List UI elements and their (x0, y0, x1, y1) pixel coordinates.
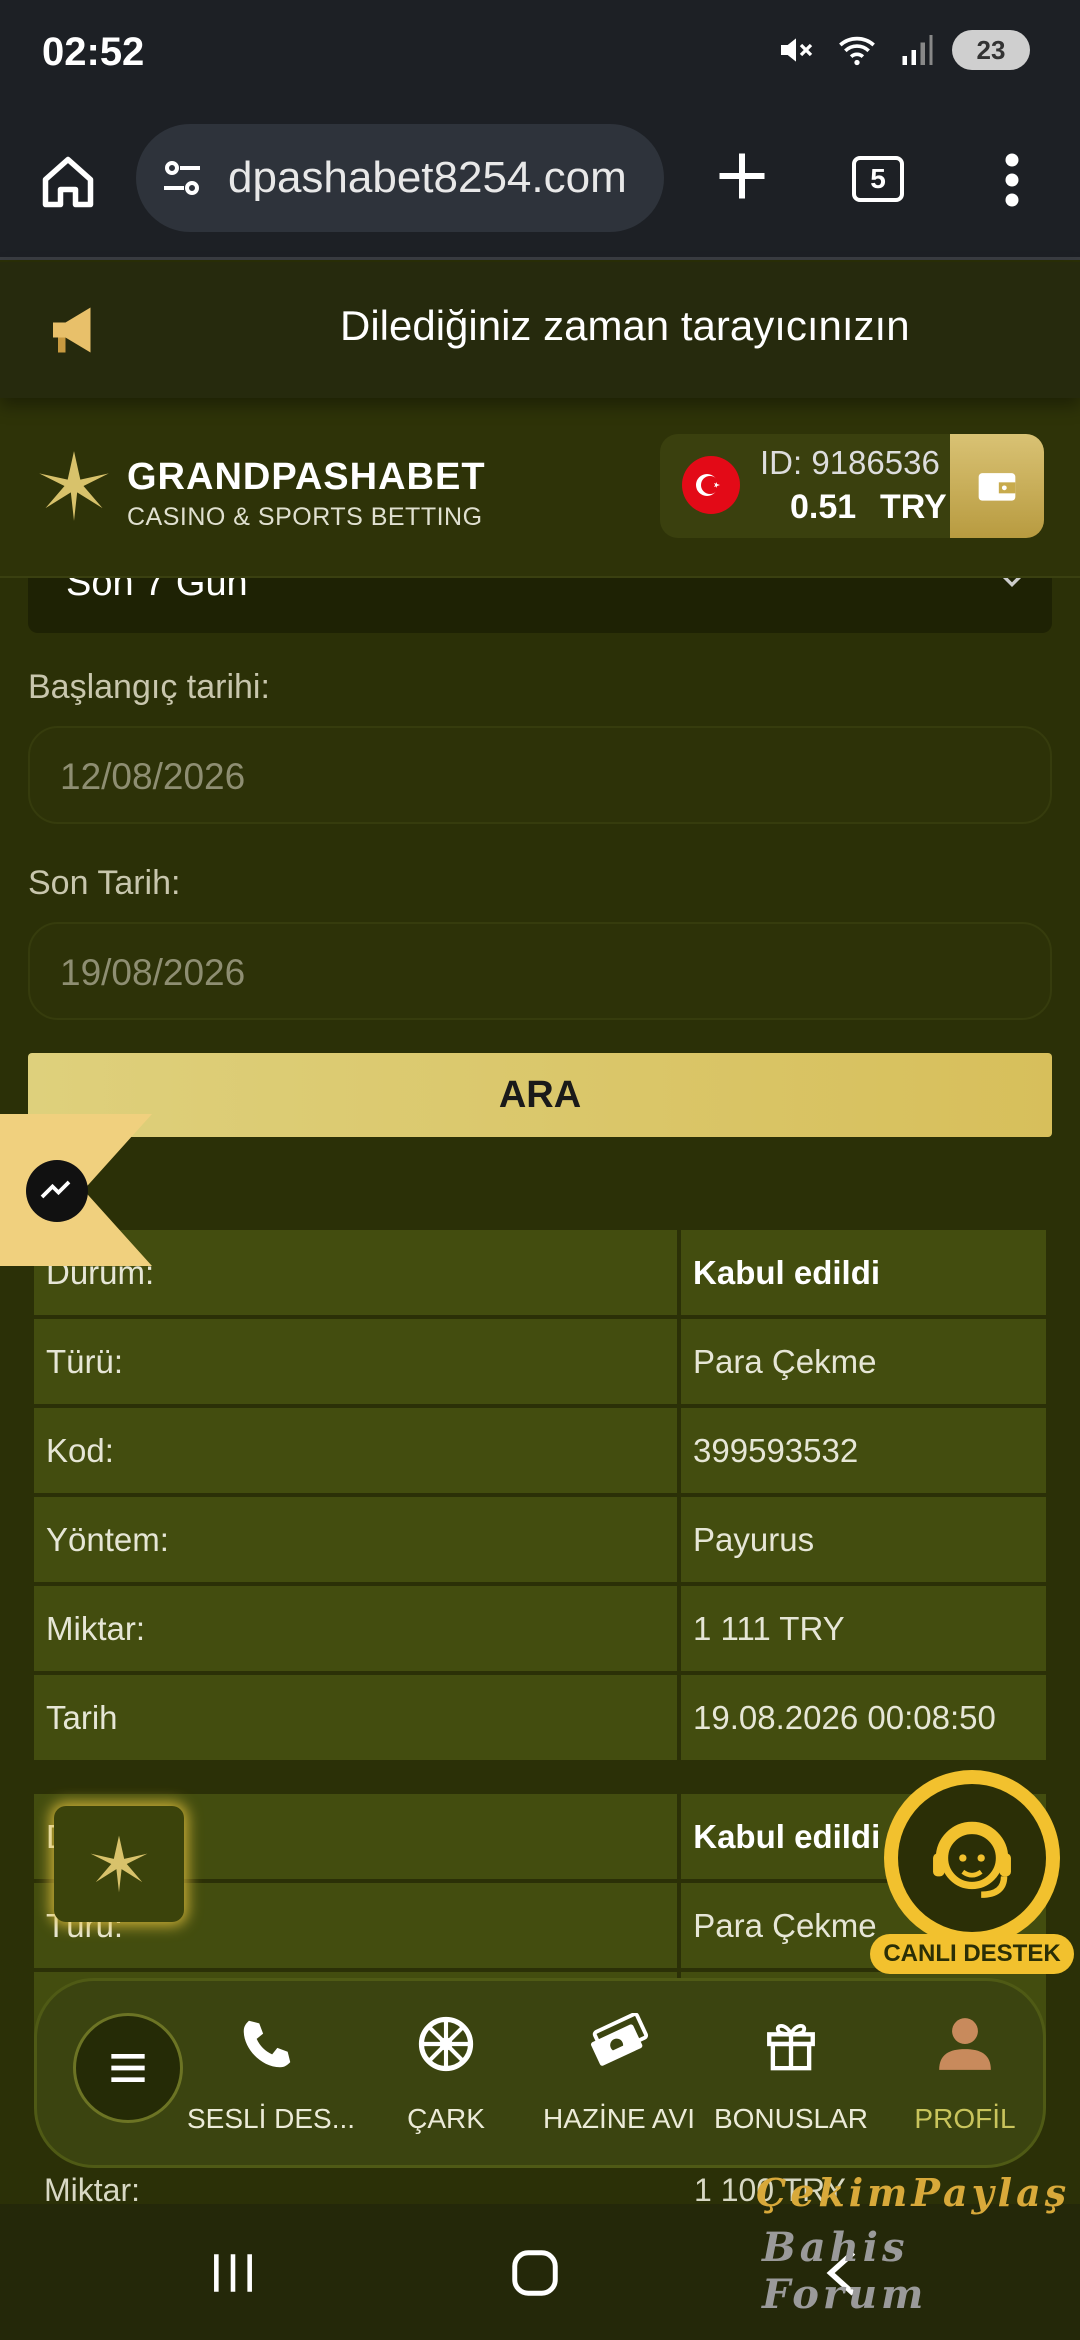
nav-bonuses[interactable]: BONUSLAR (711, 2009, 871, 2135)
status-icons: 23 (776, 30, 1030, 70)
end-date-input[interactable]: 19/08/2026 (28, 922, 1052, 1020)
nav-label: ÇARK (407, 2103, 485, 2134)
messenger-tab[interactable] (0, 1114, 152, 1266)
table-row: Türü: Para Çekme (34, 1319, 1046, 1404)
balance-amount: 0.51 (790, 488, 857, 526)
start-date-label: Başlangıç tarihi: (28, 668, 270, 706)
end-date-value: 19/08/2026 (60, 952, 246, 993)
date-value: 19.08.2026 00:08:50 (681, 1675, 1046, 1760)
status-value: Kabul edildi (681, 1230, 1046, 1315)
site-settings-icon[interactable] (158, 154, 206, 202)
watermark-line1: ÇekimPaylaş (756, 2170, 1071, 2215)
table-row: Miktar: 1 111 TRY (34, 1586, 1046, 1671)
browser-toolbar: dpashabet8254.com 5 (0, 110, 1080, 260)
brand-tagline: CASINO & SPORTS BETTING (127, 503, 483, 531)
end-date-label: Son Tarih: (28, 864, 181, 902)
amount-label: Miktar: (34, 1586, 678, 1671)
brand-name: GRANDPASHABET (127, 456, 486, 498)
battery-indicator: 23 (952, 30, 1030, 70)
announcement-bar: Dilediğiniz zaman tarayıcınızın (0, 262, 1080, 398)
treasure-icon (590, 2013, 649, 2066)
status-bar: 02:52 23 (0, 0, 1080, 110)
url-text[interactable]: dpashabet8254.com (228, 153, 658, 203)
table-row: Durum:Kabul edildi (34, 1230, 1046, 1315)
clock: 02:52 (42, 30, 145, 74)
mute-icon (781, 38, 813, 62)
nav-label: BONUSLAR (713, 2103, 869, 2134)
messenger-icon (26, 1160, 88, 1222)
hamburger-icon (111, 2054, 145, 2082)
home-icon[interactable] (38, 152, 98, 212)
wallet-icon (978, 473, 1016, 501)
search-button[interactable]: ARA (28, 1053, 1052, 1137)
account-id: ID: 9186536 (760, 444, 940, 481)
headset-agent-icon (933, 1821, 1011, 1898)
transaction-table: Durum: Kabul edildi Türü: Para Çekme Kod: 3… (30, 1226, 1050, 1764)
announcement-text: Dilediğiniz zaman tarayıcınızın (340, 302, 910, 349)
brand-logo[interactable]: GRANDPASHABET CASINO & SPORTS BETTING (127, 456, 486, 532)
tab-switcher-button[interactable]: 5 (852, 156, 904, 202)
gift-icon (767, 2023, 815, 2071)
signal-icon (902, 35, 933, 65)
start-date-input[interactable]: 12/08/2026 (28, 726, 1052, 824)
method-value: Payurus (681, 1497, 1046, 1582)
chevron-down-icon (1002, 578, 1022, 588)
menu-button[interactable] (73, 2013, 183, 2123)
site-header: GRANDPASHABET CASINO & SPORTS BETTING ID… (0, 398, 1080, 578)
period-select[interactable]: Son 7 Gün (28, 578, 1052, 633)
date-label: Tarih (34, 1675, 678, 1760)
method-label: Yöntem: (34, 1497, 678, 1582)
amount-value: 1 111 TRY (681, 1586, 1046, 1671)
watermark-line2: Bahis Forum (762, 2224, 928, 2318)
home-button-icon[interactable] (508, 2248, 562, 2298)
floating-logo-button[interactable] (54, 1806, 184, 1922)
logo-star-icon (90, 1835, 148, 1893)
megaphone-icon (53, 307, 91, 353)
nav-treasure-hunt[interactable]: HAZİNE AVI (539, 2009, 699, 2135)
period-value: Son 7 Gün (66, 578, 248, 604)
code-label: Kod: (34, 1408, 678, 1493)
wheel-icon (418, 2016, 474, 2072)
wifi-icon (839, 36, 875, 66)
table-row: Tarih 19.08.2026 00:08:50 (34, 1675, 1046, 1760)
new-tab-icon[interactable] (712, 146, 772, 206)
wallet-button[interactable] (950, 434, 1044, 538)
nav-wheel[interactable]: ÇARK (366, 2009, 526, 2135)
nav-voice-support[interactable]: SESLİ DES... (187, 2009, 356, 2135)
nav-profile[interactable]: PROFİL (885, 2009, 1045, 2135)
bottom-nav: SESLİ DES... ÇARK HAZİNE AVI BONUSLAR PR… (34, 1978, 1046, 2168)
type-value: Para Çekme (681, 1319, 1046, 1404)
code-value: 399593532 (681, 1408, 1046, 1493)
table-row: Kod: 399593532 (34, 1408, 1046, 1493)
live-support-label: CANLI DESTEK (870, 1934, 1074, 1974)
account-panel[interactable]: ID: 9186536 0.51 TRY (660, 434, 1044, 538)
phone-icon (243, 2020, 291, 2068)
table-row: Yöntem: Payurus (34, 1497, 1046, 1582)
nav-label: HAZİNE AVI (543, 2103, 695, 2134)
nav-label: SESLİ DES... (187, 2103, 356, 2134)
type-label: Türü: (34, 1319, 678, 1404)
live-support-button[interactable]: CANLI DESTEK (870, 1770, 1074, 1974)
start-date-value: 12/08/2026 (60, 756, 246, 797)
balance-currency: TRY (880, 488, 947, 526)
turkey-flag-icon (682, 456, 740, 514)
address-bar[interactable]: dpashabet8254.com (136, 124, 664, 232)
user-icon (939, 2018, 991, 2070)
logo-star-icon[interactable] (36, 448, 112, 524)
more-menu-icon[interactable] (1000, 150, 1024, 210)
nav-label: PROFİL (914, 2103, 1016, 2134)
recents-icon[interactable] (208, 2250, 258, 2296)
